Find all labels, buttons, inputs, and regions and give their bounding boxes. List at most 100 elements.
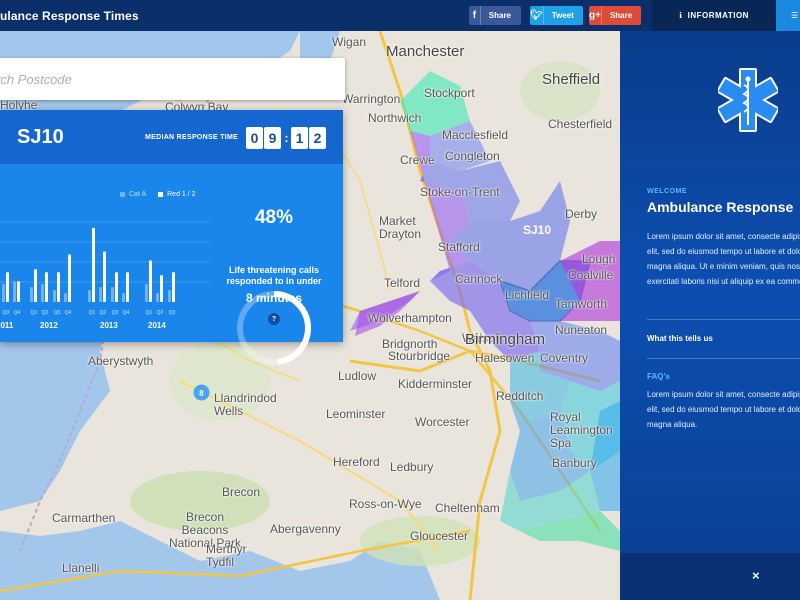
panel-intro-text: Lorem ipsum dolor sit amet, consecte adi…	[647, 232, 800, 286]
chart-bar-red	[92, 227, 95, 302]
chart-bar-red	[103, 251, 106, 302]
postcode-value: SJ10	[17, 126, 64, 148]
what-this-tells-us-link[interactable]: What this tells us	[647, 334, 713, 343]
twitter-tweet-button[interactable]: 🐦︎ Tweet	[530, 6, 583, 25]
chart-quarter-label: Q4	[14, 310, 21, 316]
chart-quarter-label: Q2	[157, 310, 164, 316]
chart-quarter-label: Q1	[146, 310, 153, 316]
stats-card-header: E SJ10 MEDIAN RESPONSE TIME 0 9 : 1 2	[0, 110, 343, 164]
chart-bar-red	[34, 269, 37, 302]
place-label: Halesowen	[475, 351, 535, 365]
legend-red: Red 1 / 2	[158, 191, 196, 198]
chart-quarter-label: Q1	[31, 310, 38, 316]
info-icon: ℹ	[679, 11, 683, 20]
place-label: Wolverhampton	[368, 311, 452, 325]
place-label: SJ10	[523, 223, 552, 237]
chart-bar-cat-a	[64, 293, 67, 302]
chart-bar-cat-a	[30, 287, 33, 302]
percent-value: 48%	[254, 207, 294, 228]
help-button[interactable]: ?	[268, 313, 280, 325]
chart-quarter-label: Q3	[169, 310, 176, 316]
menu-icon: ☰	[791, 11, 799, 20]
chart-next-badge[interactable]: 8	[193, 384, 210, 406]
chart-quarter-label: Q1	[89, 310, 96, 316]
place-label: Redditch	[496, 389, 544, 403]
tab-more[interactable]: ☰M	[776, 0, 800, 31]
time-digit: 2	[309, 127, 326, 149]
place-label: Lough	[582, 252, 616, 266]
place-label: Lichfield	[505, 288, 550, 302]
star-of-life-icon	[718, 68, 778, 132]
place-label: Nuneaton	[555, 323, 608, 337]
place-label: Northwich	[368, 111, 422, 125]
place-label: Llanelli	[62, 561, 100, 575]
place-label: Warrington	[342, 92, 401, 106]
top-bar: ulance Response Times f Share 🐦︎ Tweet g+ S…	[0, 0, 800, 31]
tab-information[interactable]: ℹ INFORMATION	[652, 0, 776, 31]
app-root: Manchester Wigan Warrington Stockport Sheffi…	[0, 0, 800, 600]
chart-bar-red	[115, 272, 118, 302]
place-label: Banbury	[552, 456, 597, 470]
place-label: Sheffield	[542, 71, 601, 88]
place-label: Derby	[565, 207, 598, 221]
information-panel: WELCOME Ambulance Response Lorem ipsum d…	[620, 31, 800, 600]
legend-cat-a: Cat A	[120, 191, 146, 198]
place-label: Congleton	[445, 149, 500, 163]
place-label: Chesterfield	[548, 117, 613, 131]
life-threatening-text: Life threatening calls responded to in u…	[226, 265, 322, 286]
place-label: Worcester	[415, 415, 470, 429]
chart-bar-cat-a	[99, 287, 102, 302]
chart-bar-red	[68, 254, 71, 302]
faq-text: Lorem ipsum dolor sit amet, consecte adi…	[647, 390, 800, 429]
place-label: Kidderminster	[398, 377, 473, 391]
chart-bar-cat-a	[145, 284, 148, 302]
place-label: Ross-on-Wye	[349, 497, 422, 511]
chart-bar-cat-a	[2, 284, 5, 302]
svg-text:8: 8	[199, 389, 204, 398]
facebook-share-button[interactable]: f Share	[469, 6, 521, 25]
place-label: Hereford	[333, 455, 380, 469]
google-plus-icon: g+	[589, 6, 602, 25]
chart-bar-red	[45, 272, 48, 302]
chart-bar-cat-a	[122, 293, 125, 302]
place-label: Abergavenny	[270, 522, 341, 536]
postcode-search-input[interactable]	[0, 58, 345, 100]
chart-year-label: 2014	[148, 321, 166, 330]
twitter-icon: 🐦︎	[530, 6, 544, 25]
chart-bar-red	[57, 272, 60, 302]
chart-bar-red	[172, 272, 175, 302]
app-title: ulance Response Times	[0, 9, 139, 23]
google-plus-share-button[interactable]: g+ Share	[589, 6, 641, 25]
facebook-icon: f	[469, 6, 481, 25]
panel-title: Ambulance Response	[647, 199, 794, 215]
place-label: Carmarthen	[52, 511, 116, 525]
place-label: Stafford	[438, 240, 480, 254]
place-label: Crewe	[400, 153, 435, 167]
place-label: Coalville	[568, 268, 614, 282]
faq-heading[interactable]: FAQ's	[647, 372, 670, 381]
place-label: Llandrindod Wells	[214, 391, 277, 418]
place-label: Ludlow	[338, 369, 377, 383]
close-icon[interactable]: ×	[752, 568, 760, 583]
place-label: Brecon	[222, 485, 261, 499]
chart-bar-red	[6, 272, 9, 302]
chart-bar-red	[17, 281, 20, 302]
place-label: Macclesfield	[442, 128, 509, 142]
chart-quarter-label: Q2	[42, 310, 49, 316]
place-label: Ledbury	[390, 460, 434, 474]
place-label: Merthyr Tydfil	[206, 542, 247, 569]
chart-year-label: 2011	[0, 321, 14, 330]
place-label: Birmingham	[465, 331, 546, 348]
chart-year-label: 2012	[40, 321, 58, 330]
place-label: Royal Leamington Spa	[550, 410, 613, 450]
postcode-search[interactable]	[0, 58, 345, 100]
median-response-label: MEDIAN RESPONSE TIME	[145, 134, 239, 141]
place-label: Telford	[384, 276, 421, 290]
place-label: Leominster	[326, 407, 386, 421]
place-label: Cheltenham	[435, 501, 500, 515]
chart-legend: Cat A Red 1 / 2	[120, 191, 196, 198]
place-label: Stockport	[424, 86, 475, 100]
time-digit: 9	[264, 127, 281, 149]
chart-quarter-label: Q3	[112, 310, 119, 316]
place-label: Market Drayton	[379, 214, 422, 241]
